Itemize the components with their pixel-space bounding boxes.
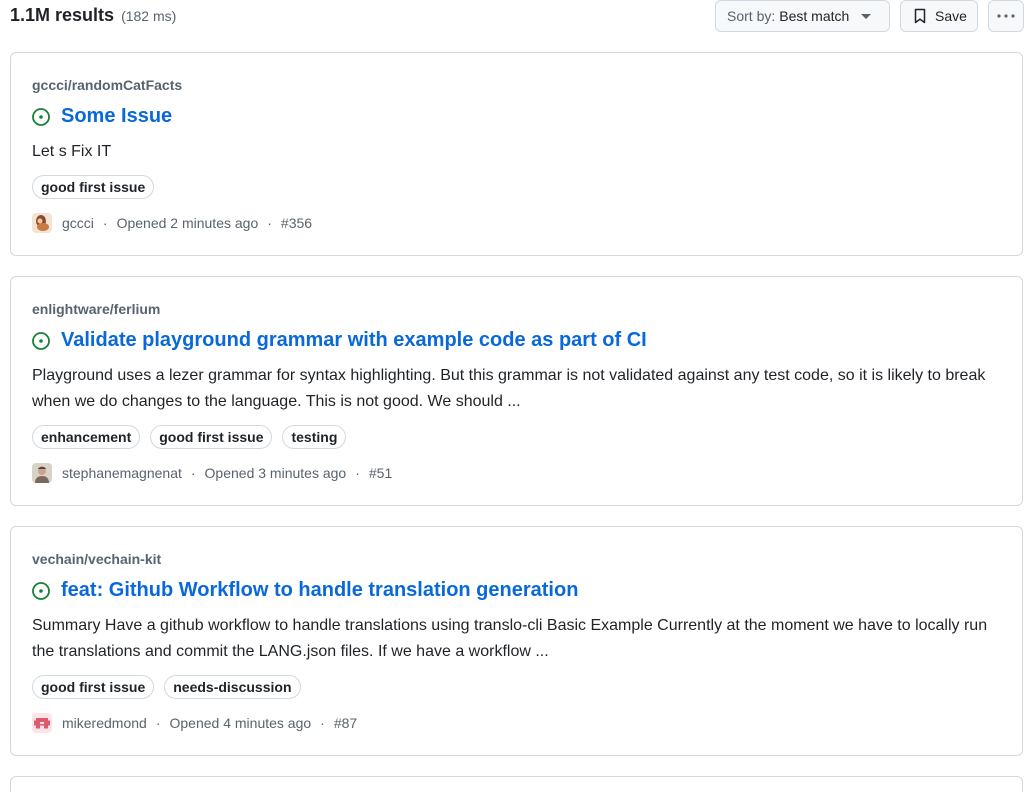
issue-title-link[interactable]: Some Issue <box>61 105 172 128</box>
search-result-card <box>10 776 1023 792</box>
issue-meta: stephanemagnenat · Opened 3 minutes ago … <box>32 463 392 483</box>
separator-dot: · <box>355 465 360 481</box>
author-link[interactable]: stephanemagnenat <box>62 465 182 481</box>
issue-opened-icon <box>32 331 50 350</box>
results-header: 1.1M results (182 ms) Sort by: Best matc… <box>0 0 1027 36</box>
opened-time: Opened 3 minutes ago <box>204 465 347 481</box>
opened-time: Opened 4 minutes ago <box>169 715 312 731</box>
avatar[interactable] <box>32 713 52 733</box>
results-time: (182 ms) <box>121 8 177 24</box>
issue-number[interactable]: #87 <box>334 715 357 731</box>
issue-label[interactable]: good first issue <box>32 175 155 199</box>
issue-opened-icon <box>32 581 50 600</box>
separator-dot: · <box>267 215 272 231</box>
search-result-card: gccci/randomCatFacts Some Issue Let s Fi… <box>10 52 1023 256</box>
author-link[interactable]: gccci <box>62 215 94 231</box>
issue-meta: gccci · Opened 2 minutes ago · #356 <box>32 213 312 233</box>
issue-meta: mikeredmond · Opened 4 minutes ago · #87 <box>32 713 357 733</box>
avatar[interactable] <box>32 213 52 233</box>
separator-dot: · <box>320 715 325 731</box>
issue-snippet: Let s Fix IT <box>32 143 112 160</box>
separator-dot: · <box>155 715 161 731</box>
issue-title-link[interactable]: Validate playground grammar with example… <box>61 329 647 352</box>
repo-link[interactable]: enlightware/ferlium <box>32 301 160 317</box>
results-count: 1.1M results <box>10 5 115 25</box>
issue-opened-icon <box>32 107 50 126</box>
issue-label[interactable]: testing <box>282 425 347 449</box>
triangle-down-icon <box>861 13 872 19</box>
author-link[interactable]: mikeredmond <box>62 715 147 731</box>
issue-number[interactable]: #356 <box>281 215 312 231</box>
issue-label[interactable]: good first issue <box>32 675 155 699</box>
issue-label[interactable]: needs-discussion <box>164 675 301 699</box>
results-summary: 1.1M results (182 ms) <box>10 5 176 26</box>
separator-dot: · <box>190 465 196 481</box>
repo-link[interactable]: vechain/vechain-kit <box>32 551 161 567</box>
issue-number[interactable]: #51 <box>369 465 392 481</box>
bookmark-icon <box>914 8 926 24</box>
sort-value: Best match <box>779 8 850 24</box>
avatar[interactable] <box>32 463 52 483</box>
issue-label[interactable]: good first issue <box>150 425 273 449</box>
issue-snippet: Playground uses a lezer grammar for synt… <box>32 367 986 410</box>
more-options-button[interactable] <box>988 0 1024 32</box>
search-result-card: vechain/vechain-kit feat: Github Workflo… <box>10 526 1023 756</box>
separator-dot: · <box>102 215 108 231</box>
label-list: good first issue <box>32 175 164 199</box>
repo-link[interactable]: gccci/randomCatFacts <box>32 77 182 93</box>
opened-time: Opened 2 minutes ago <box>116 215 259 231</box>
kebab-horizontal-icon <box>997 14 1015 18</box>
issue-snippet: Summary Have a github workflow to handle… <box>32 617 988 660</box>
label-list: enhancement good first issue testing <box>32 425 356 449</box>
issue-label[interactable]: enhancement <box>32 425 141 449</box>
issue-title-link[interactable]: feat: Github Workflow to handle translat… <box>61 579 578 602</box>
search-result-card: enlightware/ferlium Validate playground … <box>10 276 1023 506</box>
label-list: good first issue needs-discussion <box>32 675 311 699</box>
sort-dropdown-button[interactable]: Sort by: Best match <box>715 0 890 32</box>
save-search-button[interactable]: Save <box>900 0 978 32</box>
sort-label: Sort by: <box>727 8 776 24</box>
save-label: Save <box>935 8 967 24</box>
